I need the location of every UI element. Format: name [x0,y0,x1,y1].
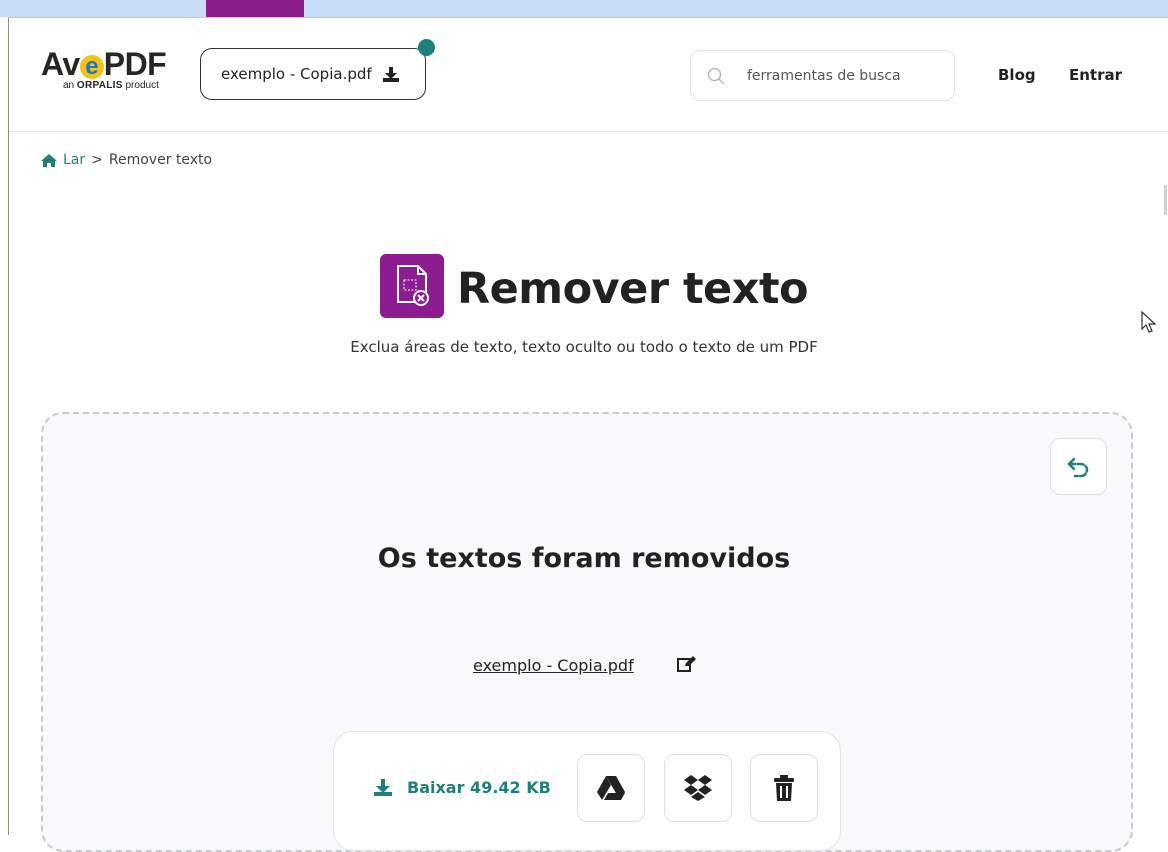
trash-icon [774,775,794,801]
top-strip-text-after: p ... a ... e ... o PDF completo e pront… [304,0,724,17]
save-to-google-drive-button[interactable] [577,754,645,822]
tool-search-box[interactable] [690,50,955,101]
download-label: Baixar 49.42 KB [407,778,551,797]
breadcrumb-home-link[interactable]: Lar [40,152,85,168]
breadcrumb-home-label: Lar [63,152,86,168]
login-link[interactable]: Entrar [1069,66,1122,84]
current-file-button[interactable]: exemplo - Copia.pdf [200,48,426,100]
window-left-border [8,17,9,835]
undo-button[interactable] [1050,438,1107,495]
logo-wordmark: Av e PDF [41,46,167,82]
page-title: Remover texto [457,264,809,314]
undo-icon [1067,457,1088,477]
save-to-dropbox-button[interactable] [664,754,732,822]
blog-link[interactable]: Blog [998,66,1036,84]
result-heading: Os textos foram removidos [377,543,791,574]
dropbox-icon [684,775,712,801]
search-icon [707,67,725,85]
logo-tagline: an ORPALIS product [63,80,159,91]
home-icon [41,153,57,167]
google-drive-icon [597,776,625,800]
edit-icon[interactable] [677,655,697,677]
top-strip-highlight [206,0,304,17]
download-button[interactable]: Baixar 49.42 KB [373,778,551,797]
search-input[interactable] [745,66,929,85]
download-icon [374,779,392,796]
avepdf-logo[interactable]: Av e PDF an ORPALIS product [41,48,186,103]
top-strip-text-before: a pessoa edita [0,0,124,12]
breadcrumb-current: Remover texto [108,152,213,168]
scrollbar-thumb[interactable] [1164,185,1167,215]
browser-top-strip: a pessoa edita p ... a ... e ... o PDF co… [0,0,1168,17]
site-header: Av e PDF an ORPALIS product exemplo - Copi… [9,18,1168,132]
page-subtitle: Exclua áreas de texto, texto oculto ou t… [350,338,818,356]
delete-file-button[interactable] [750,754,818,822]
remove-text-icon [380,254,444,318]
notification-dot [418,39,435,56]
breadcrumb-separator: > [91,152,103,168]
mouse-cursor-icon [1140,310,1158,338]
download-icon [382,66,400,83]
breadcrumb: Lar > Remover texto [40,152,212,168]
current-file-name: exemplo - Copia.pdf [221,65,372,83]
result-file-link[interactable]: exemplo - Copia.pdf [473,656,634,675]
